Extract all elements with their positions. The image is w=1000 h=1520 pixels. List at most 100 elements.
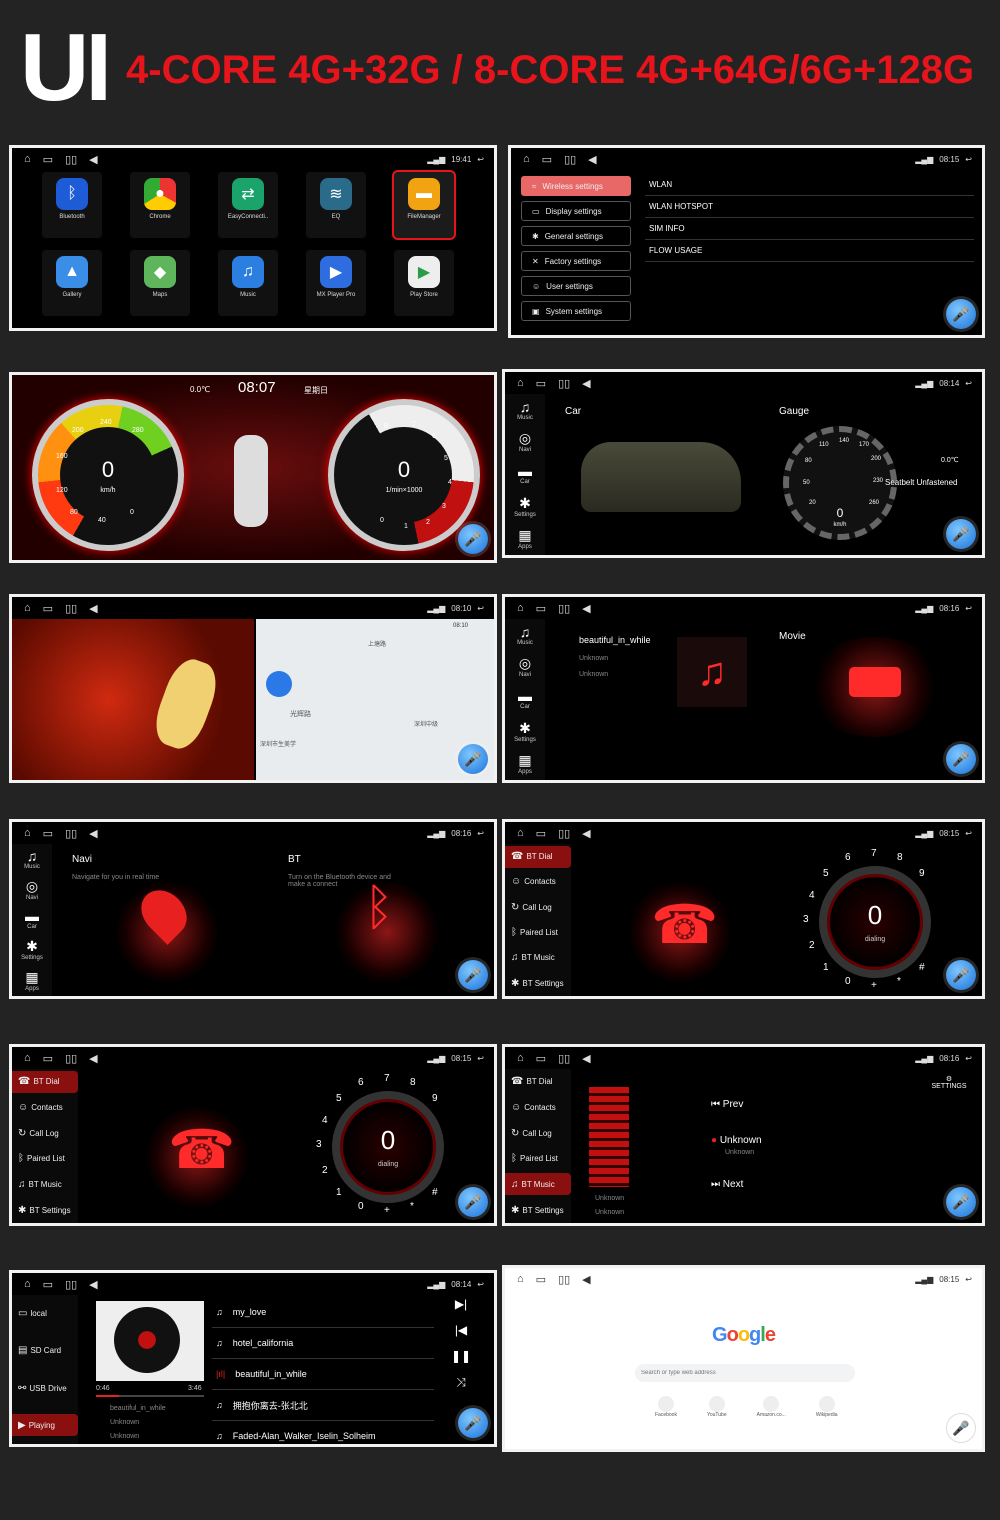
split-icon[interactable]: ▯▯ xyxy=(65,602,77,615)
bt-dial-tab[interactable]: ☎ BT Dial xyxy=(505,845,571,868)
playlist-item[interactable]: ♫ my_love xyxy=(212,1297,434,1328)
nav-apps[interactable]: ▦ Apps xyxy=(518,752,532,775)
dial-key[interactable]: 6 xyxy=(845,852,851,863)
call-log-tab[interactable]: ↻ Call Log xyxy=(505,896,571,918)
mic-icon[interactable]: 🎤 xyxy=(946,1413,976,1443)
nav-navi[interactable]: ◎ Navi xyxy=(519,655,531,678)
car-card-title[interactable]: Car xyxy=(565,406,581,417)
call-log-tab[interactable]: ↻ Call Log xyxy=(505,1122,571,1144)
dial-key[interactable]: 1 xyxy=(823,962,829,973)
split-icon[interactable]: ▯▯ xyxy=(558,1052,570,1065)
recents-icon[interactable]: ▭ xyxy=(43,1278,53,1291)
recents-icon[interactable]: ▭ xyxy=(536,1052,546,1065)
dial-key[interactable]: 5 xyxy=(823,868,829,879)
mic-icon[interactable]: 🎤 xyxy=(946,1187,976,1217)
dial-key[interactable]: 8 xyxy=(410,1077,416,1088)
home-icon[interactable]: ⌂ xyxy=(24,1278,31,1291)
recents-icon[interactable]: ▭ xyxy=(536,1273,546,1286)
app-play-store[interactable]: ▶ Play Store xyxy=(394,250,454,316)
back-icon[interactable]: ↩ xyxy=(477,829,484,838)
home-icon[interactable]: ⌂ xyxy=(24,153,31,166)
volume-icon[interactable]: ◀ xyxy=(588,153,596,166)
option-wlan[interactable]: WLAN xyxy=(645,174,974,196)
back-icon[interactable]: ↩ xyxy=(965,379,972,388)
back-icon[interactable]: ↩ xyxy=(965,1275,972,1284)
dial-key[interactable]: 7 xyxy=(384,1073,390,1084)
prev-button[interactable]: ⏮ Prev xyxy=(711,1099,743,1110)
next-button[interactable]: ⏭ Next xyxy=(711,1179,743,1190)
option-sim-info[interactable]: SIM INFO xyxy=(645,218,974,240)
dial-key[interactable]: 2 xyxy=(809,940,815,951)
contacts-tab[interactable]: ☺ Contacts xyxy=(12,1096,78,1118)
tile-amazon[interactable]: Amazon.co... xyxy=(757,1396,786,1418)
home-icon[interactable]: ⌂ xyxy=(24,827,31,840)
nav-settings[interactable]: ✱ Settings xyxy=(514,495,536,518)
recents-icon[interactable]: ▭ xyxy=(536,602,546,615)
call-log-tab[interactable]: ↻ Call Log xyxy=(12,1122,78,1144)
bt-settings-tab[interactable]: ✱ BT Settings xyxy=(12,1199,78,1221)
back-icon[interactable]: ↩ xyxy=(477,1054,484,1063)
volume-icon[interactable]: ◀ xyxy=(89,1278,97,1291)
source-sd-card[interactable]: ▤ SD Card xyxy=(12,1340,78,1362)
bt-music-tab[interactable]: ♫ BT Music xyxy=(505,1173,571,1196)
nav-music[interactable]: ♫ Music xyxy=(24,848,40,870)
contacts-tab[interactable]: ☺ Contacts xyxy=(505,871,571,893)
dial-key[interactable]: 0 xyxy=(358,1201,364,1212)
playlist-item[interactable]: ♫ hotel_california xyxy=(212,1328,434,1359)
mic-icon[interactable]: 🎤 xyxy=(458,960,488,990)
volume-icon[interactable]: ◀ xyxy=(582,377,590,390)
app-eq[interactable]: ≋ EQ xyxy=(306,172,366,238)
home-icon[interactable]: ⌂ xyxy=(24,602,31,615)
tile-wikipedia[interactable]: Wikipedia xyxy=(816,1396,838,1418)
volume-icon[interactable]: ◀ xyxy=(89,1052,97,1065)
recents-icon[interactable]: ▭ xyxy=(43,153,53,166)
paired-list-tab[interactable]: ᛒ Paired List xyxy=(505,922,571,944)
home-icon[interactable]: ⌂ xyxy=(517,827,524,840)
home-icon[interactable]: ⌂ xyxy=(517,1052,524,1065)
nav-settings[interactable]: ✱ Settings xyxy=(21,938,43,961)
nav-car[interactable]: ▬ Car xyxy=(518,463,532,485)
split-icon[interactable]: ▯▯ xyxy=(65,827,77,840)
option-flow-usage[interactable]: FLOW USAGE xyxy=(645,240,974,262)
split-icon[interactable]: ▯▯ xyxy=(564,153,576,166)
split-icon[interactable]: ▯▯ xyxy=(558,602,570,615)
dial-key[interactable]: 3 xyxy=(803,914,809,925)
recents-icon[interactable]: ▭ xyxy=(43,827,53,840)
dial-key[interactable]: 5 xyxy=(336,1093,342,1104)
home-icon[interactable]: ⌂ xyxy=(517,1273,524,1286)
bt-dial-tab[interactable]: ☎ BT Dial xyxy=(505,1071,571,1093)
app-maps[interactable]: ◆ Maps xyxy=(130,250,190,316)
nav-car[interactable]: ▬ Car xyxy=(25,908,39,930)
paired-list-tab[interactable]: ᛒ Paired List xyxy=(12,1148,78,1170)
split-icon[interactable]: ▯▯ xyxy=(558,827,570,840)
dial-key[interactable]: 0 xyxy=(845,976,851,987)
source-playing[interactable]: ▶ Playing xyxy=(12,1414,78,1437)
split-icon[interactable]: ▯▯ xyxy=(65,1278,77,1291)
mic-icon[interactable]: 🎤 xyxy=(458,1187,488,1217)
playlist-item-active[interactable]: |ıl| beautiful_in_while xyxy=(212,1359,434,1390)
split-icon[interactable]: ▯▯ xyxy=(558,377,570,390)
dial-key[interactable]: 4 xyxy=(809,890,815,901)
volume-icon[interactable]: ◀ xyxy=(582,1052,590,1065)
source-local[interactable]: ▭ local xyxy=(12,1303,78,1325)
app-gallery[interactable]: ▲ Gallery xyxy=(42,250,102,316)
bt-card-title[interactable]: BT xyxy=(288,854,301,865)
menu-factory-settings[interactable]: ✕ Factory settings xyxy=(521,251,631,271)
menu-general-settings[interactable]: ✱ General settings xyxy=(521,226,631,246)
dial-key[interactable]: 4 xyxy=(322,1115,328,1126)
mic-icon[interactable]: 🎤 xyxy=(458,744,488,774)
mic-icon[interactable]: 🎤 xyxy=(946,299,976,329)
prev-track-icon[interactable]: |◀ xyxy=(455,1323,467,1337)
bt-music-tab[interactable]: ♫ BT Music xyxy=(12,1173,78,1195)
nav-apps[interactable]: ▦ Apps xyxy=(25,969,39,992)
playlist-item[interactable]: ♫ 拥抱你离去-张北北 xyxy=(212,1390,434,1421)
dial-key[interactable]: + xyxy=(871,980,877,991)
dial-key[interactable]: # xyxy=(432,1187,438,1198)
nav-navi[interactable]: ◎ Navi xyxy=(519,430,531,453)
mic-icon[interactable]: 🎤 xyxy=(946,519,976,549)
mic-icon[interactable]: 🎤 xyxy=(946,960,976,990)
volume-icon[interactable]: ◀ xyxy=(582,602,590,615)
volume-icon[interactable]: ◀ xyxy=(582,1273,590,1286)
search-input[interactable] xyxy=(635,1364,855,1382)
paired-list-tab[interactable]: ᛒ Paired List xyxy=(505,1148,571,1170)
